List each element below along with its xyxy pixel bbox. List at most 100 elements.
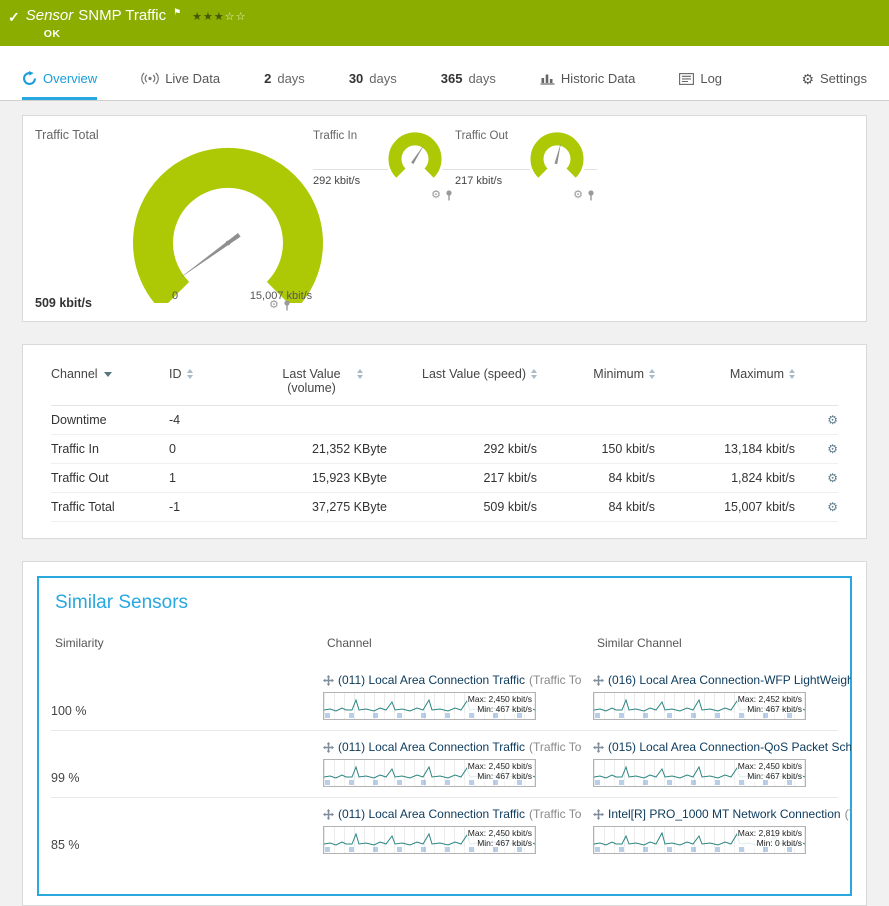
sort-icon [187, 369, 193, 379]
similar-channel-note: (To [845, 807, 851, 821]
priority-stars[interactable]: ★★★☆☆ [192, 10, 246, 23]
channel-name: Downtime [51, 413, 169, 427]
traffic-out-gauge-block: Traffic Out 217 kbit/s ⚙ [455, 124, 597, 208]
channel-mini-graph[interactable]: Max: 2,450 kbit/sMin: 467 kbit/s [323, 826, 536, 854]
similar-table-header: Similarity Channel Similar Channel [51, 636, 838, 664]
channel-id: -4 [169, 413, 247, 427]
channel-minimum: 150 kbit/s [537, 442, 655, 456]
pin-icon[interactable] [587, 190, 595, 201]
channel-settings-icon[interactable]: ⚙ [827, 471, 838, 485]
channel-settings-icon[interactable]: ⚙ [827, 413, 838, 427]
channel-mini-graph[interactable]: Max: 2,450 kbit/sMin: 467 kbit/s [323, 759, 536, 787]
channel-maximum: 1,824 kbit/s [655, 471, 795, 485]
column-header-channel[interactable]: Channel [51, 367, 169, 381]
tab-2-days[interactable]: 2 days [264, 60, 305, 100]
channel-settings-icon[interactable]: ⚙ [827, 442, 838, 456]
graph-max-label: Max: 2,450 kbit/s [467, 694, 533, 704]
channel-name: Traffic Out [51, 471, 169, 485]
channel-link[interactable]: (011) Local Area Connection Traffic [338, 740, 525, 754]
channel-name: Traffic In [51, 442, 169, 456]
similar-mini-graph[interactable]: Max: 2,450 kbit/sMin: 467 kbit/s [593, 759, 806, 787]
graph-axis [595, 713, 804, 718]
channel-name: Traffic Total [51, 500, 169, 514]
tab-bar: Overview Live Data 2 days 30 days 365 da… [0, 46, 889, 101]
tab-overview[interactable]: Overview [22, 60, 97, 100]
similar-mini-graph[interactable]: Max: 2,819 kbit/sMin: 0 kbit/s [593, 826, 806, 854]
column-header-last-volume[interactable]: Last Value (volume) [247, 367, 387, 395]
traffic-total-gauge [128, 138, 328, 303]
sensor-title-block: Sensor SNMP Traffic ⚑ ★★★☆☆ OK [26, 7, 247, 40]
gauge-scale-min: 0 [172, 290, 178, 302]
tab-live-data[interactable]: Live Data [141, 60, 220, 100]
graph-axis [325, 713, 534, 718]
column-header-last-volume-label: Last Value (volume) [272, 367, 352, 395]
gauge-gear-icon[interactable]: ⚙ [431, 190, 441, 201]
table-row: Traffic Out 1 15,923 KByte 217 kbit/s 84… [51, 464, 838, 493]
gauge-gear-icon[interactable]: ⚙ [269, 300, 279, 311]
similar-channel-link[interactable]: (016) Local Area Connection-WFP LightWei… [608, 673, 851, 687]
historic-data-icon [540, 72, 555, 85]
page-title: SNMP Traffic [78, 7, 166, 24]
similar-channel-link[interactable]: (015) Local Area Connection-QoS Packet S… [608, 740, 851, 754]
column-header-maximum-label: Maximum [730, 367, 784, 381]
traffic-total-value: 509 kbit/s [35, 296, 92, 310]
graph-axis [595, 847, 804, 852]
graph-max-label: Max: 2,819 kbit/s [737, 828, 803, 838]
sort-icon [357, 369, 363, 379]
channel-note: (Traffic To [529, 740, 581, 754]
tab-365-days-label: days [468, 71, 495, 86]
move-icon [593, 675, 604, 686]
column-header-id-label: ID [169, 367, 182, 381]
tab-log[interactable]: Log [679, 60, 722, 100]
traffic-total-label: Traffic Total [35, 128, 99, 142]
channel-link[interactable]: (011) Local Area Connection Traffic [338, 807, 525, 821]
similar-row: 99 % (011) Local Area Connection Traffic… [51, 730, 838, 797]
overview-icon [22, 71, 37, 86]
similar-mini-graph[interactable]: Max: 2,452 kbit/sMin: 467 kbit/s [593, 692, 806, 720]
channel-note: (Traffic To [529, 807, 581, 821]
tab-365-days[interactable]: 365 days [441, 60, 496, 100]
channel-speed: 217 kbit/s [387, 471, 537, 485]
graph-max-label: Max: 2,450 kbit/s [467, 828, 533, 838]
sort-active-icon [104, 372, 112, 377]
tab-30-days-label: days [369, 71, 396, 86]
pin-icon[interactable] [445, 190, 453, 201]
similar-sensors-panel: Similar Sensors Similarity Channel Simil… [22, 561, 867, 906]
similarity-value: 99 % [51, 739, 323, 787]
gauge-gear-icon[interactable]: ⚙ [573, 190, 583, 201]
channel-link[interactable]: (011) Local Area Connection Traffic [338, 673, 525, 687]
tab-2-days-number: 2 [264, 71, 271, 86]
traffic-out-value: 217 kbit/s [455, 175, 502, 187]
similar-row: 85 % (011) Local Area Connection Traffic… [51, 797, 838, 864]
traffic-out-gauge [525, 124, 589, 188]
tab-30-days[interactable]: 30 days [349, 60, 397, 100]
channel-mini-graph[interactable]: Max: 2,450 kbit/sMin: 467 kbit/s [323, 692, 536, 720]
column-header-channel-label: Channel [51, 367, 98, 381]
column-header-id[interactable]: ID [169, 367, 247, 381]
column-header-maximum[interactable]: Maximum [655, 367, 795, 381]
tab-historic-data-label: Historic Data [561, 71, 635, 86]
tab-historic-data[interactable]: Historic Data [540, 60, 635, 100]
similar-channel-link[interactable]: Intel[R] PRO_1000 MT Network Connection [608, 807, 841, 821]
tab-2-days-label: days [277, 71, 304, 86]
graph-axis [325, 780, 534, 785]
channel-table: Channel ID Last Value (volume) Last Valu… [22, 344, 867, 539]
channel-settings-icon[interactable]: ⚙ [827, 500, 838, 514]
live-data-icon [141, 72, 159, 85]
pin-icon[interactable] [283, 300, 291, 311]
gauge-total-actions: ⚙ [269, 300, 291, 311]
tab-live-data-label: Live Data [165, 71, 220, 86]
similar-row: 100 % (011) Local Area Connection Traffi… [51, 664, 838, 730]
column-header-last-speed[interactable]: Last Value (speed) [387, 367, 537, 381]
traffic-in-gauge [383, 124, 447, 188]
move-icon [323, 809, 334, 820]
column-header-similar-channel: Similar Channel [597, 636, 834, 650]
graph-max-label: Max: 2,450 kbit/s [737, 761, 803, 771]
column-header-minimum[interactable]: Minimum [537, 367, 655, 381]
tab-overview-label: Overview [43, 71, 97, 86]
channel-maximum: 15,007 kbit/s [655, 500, 795, 514]
flag-icon[interactable]: ⚑ [173, 7, 181, 18]
traffic-in-gauge-block: Traffic In 292 kbit/s ⚙ [313, 124, 455, 208]
tab-settings[interactable]: ⚙ Settings [801, 60, 867, 100]
similarity-value: 85 % [51, 806, 323, 854]
